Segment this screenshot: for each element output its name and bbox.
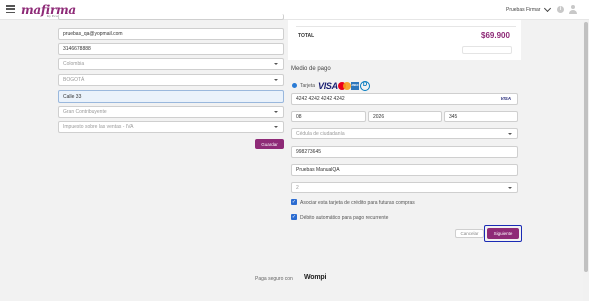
id-type-select[interactable]: Cédula de ciudadanía	[291, 128, 518, 139]
info-icon[interactable]: i	[557, 6, 564, 13]
menu-icon[interactable]	[6, 5, 15, 14]
city-select[interactable]: BOGOTÁ	[58, 74, 284, 86]
taxpayer-select-value: Gran Contribuyente	[63, 109, 107, 115]
partial-field[interactable]	[58, 14, 284, 20]
taxpayer-select[interactable]: Gran Contribuyente	[58, 106, 284, 118]
caret-down-icon	[508, 132, 512, 135]
caret-down-icon	[274, 79, 278, 81]
summary-button[interactable]	[462, 46, 512, 54]
visa-logo-icon: VISA	[318, 81, 338, 91]
country-select-value: Colombia	[63, 61, 85, 67]
caret-down-icon	[274, 63, 278, 65]
email-field[interactable]: pruebas_qa@yopmail.com	[58, 28, 284, 40]
card-number-value: 4242 4242 4242 4242	[296, 96, 345, 102]
caret-down-icon	[274, 111, 278, 113]
country-select[interactable]: Colombia	[58, 58, 284, 70]
save-button[interactable]: Guardar	[255, 139, 284, 149]
card-brand-icon: VISA	[500, 96, 511, 101]
id-number-field[interactable]: 998273645	[291, 146, 518, 158]
card-holder-field[interactable]: Pruebas ManualQA	[291, 164, 518, 176]
save-card-checkbox[interactable]: ✓	[291, 199, 297, 205]
cvc-field[interactable]: 345	[444, 111, 518, 122]
auto-debit-label[interactable]: Débito automático para pago recurrente	[300, 215, 388, 221]
secure-payment-text: Paga seguro con	[255, 276, 293, 282]
scrollbar-thumb[interactable]	[584, 22, 588, 272]
user-name[interactable]: Pruebas Firmar	[506, 7, 540, 13]
save-card-label[interactable]: Asociar esta tarjeta de crédito para fut…	[300, 200, 415, 206]
amex-logo-icon: AMEX	[351, 82, 359, 90]
cancel-button[interactable]: Cancelar	[455, 229, 484, 238]
auto-debit-checkbox[interactable]: ✓	[291, 214, 297, 220]
user-icon[interactable]	[569, 5, 577, 14]
card-radio[interactable]	[292, 83, 297, 88]
id-type-value: Cédula de ciudadanía	[296, 130, 345, 137]
phone-field[interactable]: 3146678888	[58, 43, 284, 55]
next-button[interactable]: Siguiente	[487, 228, 519, 239]
installments-select[interactable]: 2	[291, 182, 518, 193]
city-select-value: BOGOTÁ	[63, 77, 85, 83]
caret-down-icon	[508, 186, 512, 189]
caret-down-icon	[274, 126, 278, 128]
chevron-down-icon[interactable]	[543, 4, 552, 13]
diners-logo-icon: D	[360, 81, 370, 91]
address-field[interactable]: Calle 33	[58, 90, 284, 103]
total-value: $69.900	[481, 31, 510, 40]
tax-select-value: Impuesto sobre las ventas - IVA	[63, 124, 134, 130]
installments-value: 2	[296, 184, 299, 191]
divider	[296, 26, 516, 27]
payment-section-title: Medio de pago	[291, 66, 331, 72]
total-label: TOTAL	[298, 33, 315, 39]
exp-year-field[interactable]: 2026	[368, 111, 442, 122]
wompi-logo: Wompi	[304, 274, 327, 281]
mastercard-logo-icon	[338, 82, 351, 90]
exp-month-field[interactable]: 08	[291, 111, 366, 122]
tax-select[interactable]: Impuesto sobre las ventas - IVA	[58, 121, 284, 133]
card-number-field[interactable]: 4242 4242 4242 4242 VISA	[291, 93, 518, 105]
card-radio-label[interactable]: Tarjeta	[300, 83, 315, 89]
